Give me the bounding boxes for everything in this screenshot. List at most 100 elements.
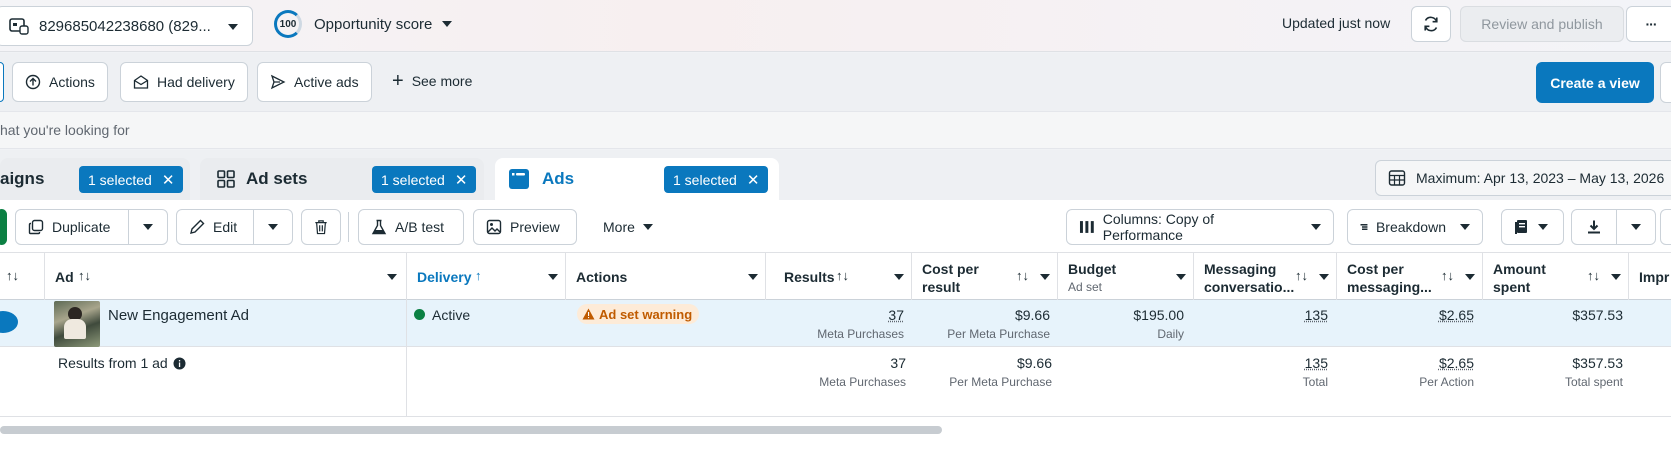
date-range-picker[interactable]: Maximum: Apr 13, 2023 – May 13, 2026 (1375, 160, 1671, 196)
budget-value[interactable]: $195.00 (1058, 307, 1184, 323)
sort-icon[interactable]: ↑↓ (1016, 268, 1029, 283)
ellipsis-icon: ··· (1646, 16, 1657, 32)
preview-button[interactable]: Preview (473, 209, 577, 245)
filter-chip-actions[interactable]: Actions (12, 62, 108, 102)
opportunity-score[interactable]: 100 Opportunity score (274, 10, 452, 38)
date-range-label: Maximum: Apr 13, 2023 – May 13, 2026 (1416, 170, 1664, 186)
duplicate-button[interactable]: Duplicate (15, 209, 129, 245)
plus-icon: + (392, 74, 404, 88)
more-actions-button[interactable]: More (590, 209, 670, 245)
filter-edge-button[interactable] (1660, 62, 1671, 103)
ab-test-label: A/B test (395, 219, 444, 235)
column-header-ad[interactable]: Ad ↑↓ (45, 253, 407, 300)
horizontal-scrollbar[interactable] (0, 426, 942, 434)
filter-chip-label: Had delivery (157, 74, 235, 90)
close-icon[interactable]: ✕ (162, 171, 175, 189)
send-icon (270, 74, 286, 90)
active-status-dot (414, 309, 425, 320)
sort-ascending-icon[interactable]: ↑ (475, 268, 482, 283)
create-button-edge[interactable] (0, 209, 7, 245)
chevron-down-icon (643, 224, 653, 230)
account-selector[interactable]: 829685042238680 (829... (0, 6, 253, 46)
duplicate-icon (28, 219, 44, 235)
chevron-down-icon[interactable] (548, 274, 558, 280)
chevron-down-icon[interactable] (1611, 274, 1621, 280)
search-bar[interactable]: hat you're looking for (0, 111, 1671, 149)
messaging-conversations-value[interactable]: 135 (1194, 307, 1328, 323)
filter-chip-had-delivery[interactable]: Had delivery (120, 62, 248, 102)
summary-cost-per-result: $9.66 (912, 355, 1052, 371)
column-header-amount-spent[interactable]: Amount spent ↑↓ (1483, 253, 1629, 300)
opportunity-label: Opportunity score (314, 16, 432, 33)
budget-type: Daily (1058, 327, 1184, 341)
export-dropdown-button[interactable] (1616, 209, 1656, 245)
breakdown-label: Breakdown (1376, 219, 1446, 235)
columns-button[interactable]: Columns: Copy of Performance (1066, 209, 1334, 245)
sort-icon[interactable]: ↑↓ (6, 268, 19, 283)
refresh-button[interactable] (1411, 6, 1451, 42)
info-icon[interactable] (173, 357, 186, 370)
review-and-publish-button[interactable]: Review and publish (1460, 6, 1624, 42)
column-header-cost-per-messaging[interactable]: Cost per messaging... ↑↓ (1337, 253, 1483, 300)
close-icon[interactable]: ✕ (455, 171, 468, 189)
breakdown-button[interactable]: Breakdown (1347, 209, 1483, 245)
chevron-down-icon[interactable] (748, 274, 758, 280)
column-header-results[interactable]: Results ↑↓ (766, 253, 912, 300)
column-header-impressions[interactable]: Impr (1629, 253, 1671, 300)
chevron-down-icon[interactable] (894, 274, 904, 280)
sort-icon[interactable]: ↑↓ (1587, 268, 1600, 283)
sort-icon[interactable]: ↑↓ (836, 268, 849, 283)
ad-thumbnail[interactable] (54, 301, 100, 347)
column-header-toggle[interactable]: ↑↓ (0, 253, 45, 300)
filter-chip-edge[interactable] (0, 62, 4, 102)
filter-chip-active-ads[interactable]: Active ads (257, 62, 372, 102)
see-more-button[interactable]: + See more (392, 73, 472, 89)
cost-per-messaging-value[interactable]: $2.65 (1337, 307, 1474, 323)
warning-label: Ad set warning (599, 307, 692, 322)
toggle-switch[interactable] (0, 311, 18, 333)
column-header-delivery[interactable]: Delivery ↑ (407, 253, 566, 300)
adsets-selected-chip[interactable]: 1 selected ✕ (372, 166, 476, 193)
table-row[interactable]: New Engagement Ad Active Ad set warning … (0, 300, 1671, 347)
summary-cost-per-messaging-type: Per Action (1337, 375, 1474, 389)
ads-selected-chip[interactable]: 1 selected ✕ (664, 166, 768, 193)
download-icon (1586, 219, 1602, 235)
chevron-down-icon[interactable] (1465, 274, 1475, 280)
summary-amount-spent: $357.53 (1483, 355, 1623, 371)
ab-test-button[interactable]: A/B test (358, 209, 464, 245)
see-more-label: See more (412, 73, 473, 89)
edit-button[interactable]: Edit (176, 209, 254, 245)
toolbar-edge-button[interactable] (1660, 209, 1671, 245)
chevron-down-icon (143, 224, 153, 230)
chevron-down-icon[interactable] (1040, 274, 1050, 280)
summary-messaging-value[interactable]: 135 (1194, 355, 1328, 371)
edit-dropdown-button[interactable] (253, 209, 293, 245)
close-icon[interactable]: ✕ (747, 171, 760, 189)
sort-icon[interactable]: ↑↓ (1441, 268, 1454, 283)
results-value[interactable]: 37 (766, 307, 904, 323)
reports-button[interactable] (1501, 209, 1564, 245)
summary-cost-per-messaging[interactable]: $2.65 (1337, 355, 1474, 371)
more-options-button[interactable]: ··· (1626, 6, 1671, 42)
chevron-down-icon[interactable] (1176, 274, 1186, 280)
column-header-label: Results (784, 268, 835, 286)
column-header-cost-per-result[interactable]: Cost per result ↑↓ (912, 253, 1058, 300)
trash-icon (314, 218, 328, 236)
chevron-down-icon (442, 21, 452, 27)
sort-icon[interactable]: ↑↓ (78, 268, 91, 283)
export-button[interactable] (1571, 209, 1617, 245)
chevron-down-icon[interactable] (1319, 274, 1329, 280)
summary-results-type: Meta Purchases (766, 375, 906, 389)
chevron-down-icon[interactable] (387, 274, 397, 280)
column-header-budget[interactable]: Budget Ad set (1058, 253, 1194, 300)
column-header-actions[interactable]: Actions (566, 253, 766, 300)
campaigns-selected-chip[interactable]: 1 selected ✕ (79, 166, 183, 193)
duplicate-dropdown-button[interactable] (128, 209, 168, 245)
column-header-label: Cost per messaging... (1347, 260, 1432, 296)
column-header-messaging-conversations[interactable]: Messaging conversatio... ↑↓ (1194, 253, 1337, 300)
delete-button[interactable] (301, 209, 341, 245)
ad-name[interactable]: New Engagement Ad (108, 307, 249, 324)
create-view-button[interactable]: Create a view (1536, 62, 1654, 103)
ad-set-warning-badge[interactable]: Ad set warning (577, 304, 699, 324)
sort-icon[interactable]: ↑↓ (1295, 268, 1308, 283)
